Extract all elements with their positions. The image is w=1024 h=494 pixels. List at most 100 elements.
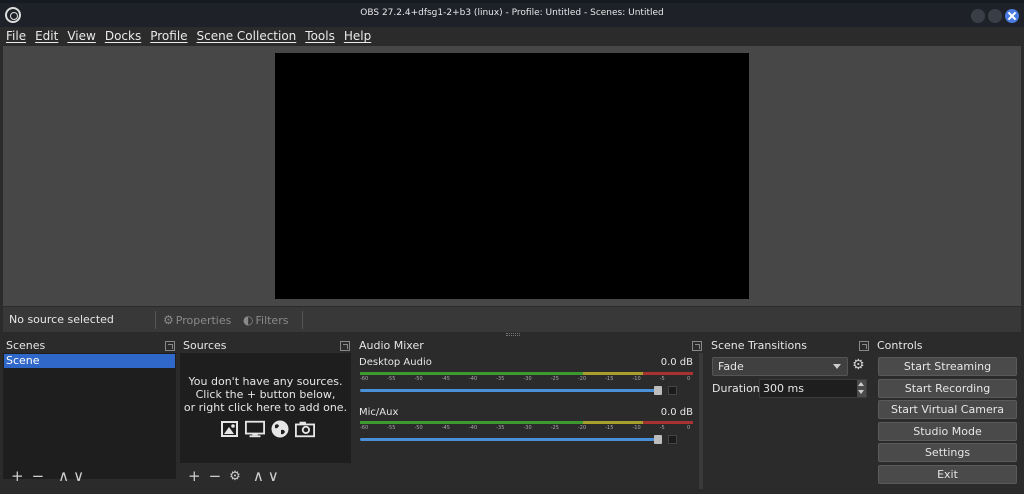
volume-slider[interactable]	[360, 438, 660, 441]
move-down-icon[interactable]: ∨	[73, 468, 84, 484]
channel-level: 0.0 dB	[660, 407, 693, 418]
remove-icon[interactable]: −	[209, 468, 222, 484]
dock-float-icon[interactable]	[340, 341, 350, 351]
start-recording-button[interactable]: Start Recording	[878, 379, 1017, 398]
scenes-title: Scenes	[6, 339, 46, 352]
scene-item[interactable]: Scene	[4, 354, 175, 368]
dock-float-icon[interactable]	[165, 341, 175, 351]
sources-toolbar: + − ⚙ ∧ ∨	[180, 465, 279, 487]
menu-file[interactable]: File	[6, 29, 26, 43]
splitter-handle[interactable]	[506, 333, 520, 336]
meter-tick-label: 0	[687, 425, 691, 431]
divider	[302, 311, 303, 329]
controls-title: Controls	[877, 339, 923, 352]
dock-float-icon[interactable]	[859, 341, 869, 351]
meter-tick-label: -10	[632, 425, 641, 431]
sources-list[interactable]: You don't have any sources. Click the + …	[180, 353, 351, 463]
window-title: OBS 27.2.4+dfsg1-2+b3 (linux) - Profile:…	[360, 8, 664, 18]
meter-tick-label: -60	[360, 376, 369, 382]
preview-canvas[interactable]	[275, 53, 749, 299]
meter-tick-label: -5	[659, 425, 665, 431]
title-bar: OBS 27.2.4+dfsg1-2+b3 (linux) - Profile:…	[0, 0, 1024, 27]
image-icon	[221, 421, 238, 437]
meter-tick-label: -55	[387, 425, 396, 431]
remove-icon[interactable]: −	[32, 468, 45, 484]
meter-tick-label: -35	[496, 425, 505, 431]
studio-mode-button[interactable]: Studio Mode	[878, 422, 1017, 441]
meter-tick-label: -20	[578, 425, 587, 431]
mute-checkbox[interactable]	[668, 435, 677, 444]
settings-button[interactable]: Settings	[878, 443, 1017, 462]
scenes-dock: Scenes Scene + − ∧ ∨	[3, 337, 176, 491]
volume-slider-handle[interactable]	[654, 435, 662, 444]
sources-dock: Sources You don't have any sources. Clic…	[180, 337, 351, 491]
sources-empty-message: You don't have any sources. Click the + …	[180, 375, 351, 414]
meter-tick-label: -50	[414, 425, 423, 431]
properties-label: Properties	[175, 313, 232, 327]
start-streaming-button[interactable]: Start Streaming	[878, 357, 1017, 376]
menu-scene-collection[interactable]: Scene Collection	[197, 29, 297, 43]
duration-label: Duration	[712, 382, 760, 395]
exit-button[interactable]: Exit	[878, 465, 1017, 484]
meter-tick-label: -25	[550, 376, 559, 382]
scene-transitions-dock: Scene Transitions Fade ⚙ Duration 300 ms	[708, 337, 870, 491]
meter-tick-label: -50	[414, 376, 423, 382]
divider	[155, 311, 156, 329]
volume-meter	[360, 421, 693, 424]
filters-button[interactable]: ◐ Filters	[243, 313, 288, 327]
spin-arrows-icon[interactable]	[857, 380, 866, 397]
context-bar: No source selected ⚙ Properties ◐ Filter…	[3, 307, 1021, 333]
maximize-button[interactable]	[988, 9, 1002, 23]
close-button[interactable]	[1005, 9, 1019, 23]
volume-meter	[360, 372, 693, 375]
add-icon[interactable]: +	[188, 468, 201, 484]
scenes-list[interactable]: Scene	[3, 353, 176, 479]
menu-docks[interactable]: Docks	[105, 29, 141, 43]
empty-line: You don't have any sources.	[188, 375, 343, 388]
properties-button[interactable]: ⚙ Properties	[163, 313, 231, 327]
transition-select[interactable]: Fade	[712, 357, 848, 376]
duration-spinbox[interactable]: 300 ms	[759, 379, 867, 398]
move-up-icon[interactable]: ∧	[253, 468, 264, 484]
menu-help[interactable]: Help	[344, 29, 371, 43]
preview-area	[3, 46, 1021, 306]
audio-mixer-title: Audio Mixer	[359, 339, 424, 352]
duration-value: 300 ms	[763, 382, 804, 395]
menu-profile[interactable]: Profile	[150, 29, 187, 43]
meter-tick-label: -45	[441, 376, 450, 382]
volume-slider-handle[interactable]	[654, 386, 662, 395]
scenes-toolbar: + − ∧ ∨	[3, 465, 84, 487]
menu-edit[interactable]: Edit	[35, 29, 58, 43]
meter-tick-label: -60	[360, 425, 369, 431]
start-virtual-camera-button[interactable]: Start Virtual Camera	[878, 400, 1017, 419]
meter-tick-label: -25	[550, 425, 559, 431]
meter-tick-label: -40	[469, 376, 478, 382]
channel-level: 0.0 dB	[660, 357, 693, 368]
globe-icon	[271, 420, 289, 438]
gear-icon[interactable]: ⚙	[229, 469, 241, 484]
source-type-icons	[220, 418, 315, 440]
minimize-button[interactable]	[971, 9, 985, 23]
transition-selected: Fade	[718, 360, 744, 373]
filter-icon: ◐	[243, 313, 254, 327]
menu-view[interactable]: View	[67, 29, 95, 43]
move-up-icon[interactable]: ∧	[58, 468, 69, 484]
mute-checkbox[interactable]	[668, 386, 677, 395]
camera-icon	[295, 421, 315, 438]
scrollbar[interactable]	[699, 353, 703, 489]
meter-tick-label: -5	[659, 376, 665, 382]
volume-slider[interactable]	[360, 389, 660, 392]
display-icon	[245, 420, 265, 438]
transitions-title: Scene Transitions	[711, 339, 807, 352]
meter-tick-label: -15	[605, 425, 614, 431]
channel-name: Desktop Audio	[359, 357, 432, 368]
filters-label: Filters	[255, 313, 289, 327]
dock-float-icon[interactable]	[692, 341, 702, 351]
add-icon[interactable]: +	[11, 468, 24, 484]
gear-icon[interactable]: ⚙	[852, 357, 865, 373]
meter-tick-label: -55	[387, 376, 396, 382]
menu-tools[interactable]: Tools	[305, 29, 335, 43]
meter-tick-label: 0	[687, 376, 691, 382]
meter-tick-label: -35	[496, 376, 505, 382]
move-down-icon[interactable]: ∨	[268, 468, 279, 484]
